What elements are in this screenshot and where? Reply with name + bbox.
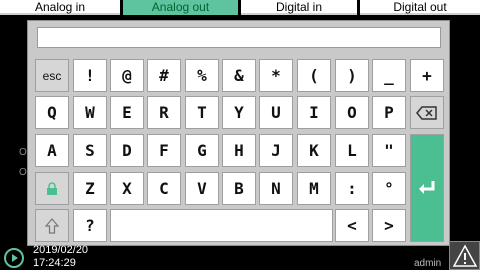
key-y[interactable]: Y <box>222 96 256 129</box>
key-j[interactable]: J <box>259 134 293 167</box>
key-hash[interactable]: # <box>147 59 181 92</box>
lock-icon <box>47 181 57 195</box>
keyboard-input-field[interactable] <box>37 27 441 48</box>
alarm-button[interactable] <box>449 241 480 270</box>
key-p[interactable]: P <box>372 96 406 129</box>
tab-digital-out[interactable]: Digital out <box>360 0 480 15</box>
key-k[interactable]: K <box>297 134 331 167</box>
play-button[interactable] <box>4 248 24 268</box>
tab-digital-in[interactable]: Digital in <box>241 0 357 15</box>
background-text-2: O <box>19 167 27 178</box>
key-n[interactable]: N <box>259 172 293 205</box>
key-o[interactable]: O <box>335 96 369 129</box>
key-at[interactable]: @ <box>110 59 144 92</box>
key-underscore[interactable]: _ <box>372 59 406 92</box>
key-exclamation[interactable]: ! <box>73 59 107 92</box>
key-q[interactable]: Q <box>35 96 69 129</box>
key-percent[interactable]: % <box>185 59 219 92</box>
key-x[interactable]: X <box>110 172 144 205</box>
key-d[interactable]: D <box>110 134 144 167</box>
shift-arrow-icon <box>45 217 59 234</box>
key-g[interactable]: G <box>185 134 219 167</box>
enter-key[interactable] <box>410 134 444 242</box>
key-v[interactable]: V <box>185 172 219 205</box>
tab-analog-in[interactable]: Analog in <box>0 0 120 15</box>
space-key[interactable] <box>110 209 333 242</box>
shift-key[interactable] <box>35 209 69 242</box>
key-c[interactable]: C <box>147 172 181 205</box>
key-i[interactable]: I <box>297 96 331 129</box>
backspace-key[interactable] <box>410 96 444 129</box>
key-w[interactable]: W <box>73 96 107 129</box>
key-less-than[interactable]: < <box>335 209 369 242</box>
caps-lock-key[interactable] <box>35 172 69 205</box>
key-close-paren[interactable]: ) <box>335 59 369 92</box>
status-time: 17:24:29 <box>33 257 76 269</box>
key-degree[interactable]: ° <box>372 172 406 205</box>
key-plus[interactable]: + <box>410 59 444 92</box>
key-b[interactable]: B <box>222 172 256 205</box>
key-open-paren[interactable]: ( <box>297 59 331 92</box>
tab-bar: Analog in Analog out Digital in Digital … <box>0 0 480 17</box>
key-e[interactable]: E <box>110 96 144 129</box>
key-u[interactable]: U <box>259 96 293 129</box>
key-l[interactable]: L <box>335 134 369 167</box>
key-m[interactable]: M <box>297 172 331 205</box>
status-date: 2019/02/20 <box>33 244 89 256</box>
key-colon[interactable]: : <box>335 172 369 205</box>
key-f[interactable]: F <box>147 134 181 167</box>
key-t[interactable]: T <box>185 96 219 129</box>
key-quote[interactable]: " <box>372 134 406 167</box>
key-greater-than[interactable]: > <box>372 209 406 242</box>
key-z[interactable]: Z <box>73 172 107 205</box>
key-a[interactable]: A <box>35 134 69 167</box>
background-text-1: O <box>19 147 27 158</box>
key-h[interactable]: H <box>222 134 256 167</box>
user-label: admin <box>414 258 442 269</box>
key-question[interactable]: ? <box>73 209 107 242</box>
warning-icon <box>452 244 478 267</box>
key-r[interactable]: R <box>147 96 181 129</box>
backspace-icon <box>416 105 437 120</box>
key-asterisk[interactable]: * <box>259 59 293 92</box>
tab-analog-out[interactable]: Analog out <box>123 0 238 15</box>
key-ampersand[interactable]: & <box>222 59 256 92</box>
enter-icon <box>419 181 435 194</box>
key-esc[interactable]: esc <box>35 59 69 92</box>
key-s[interactable]: S <box>73 134 107 167</box>
play-icon <box>12 254 18 262</box>
